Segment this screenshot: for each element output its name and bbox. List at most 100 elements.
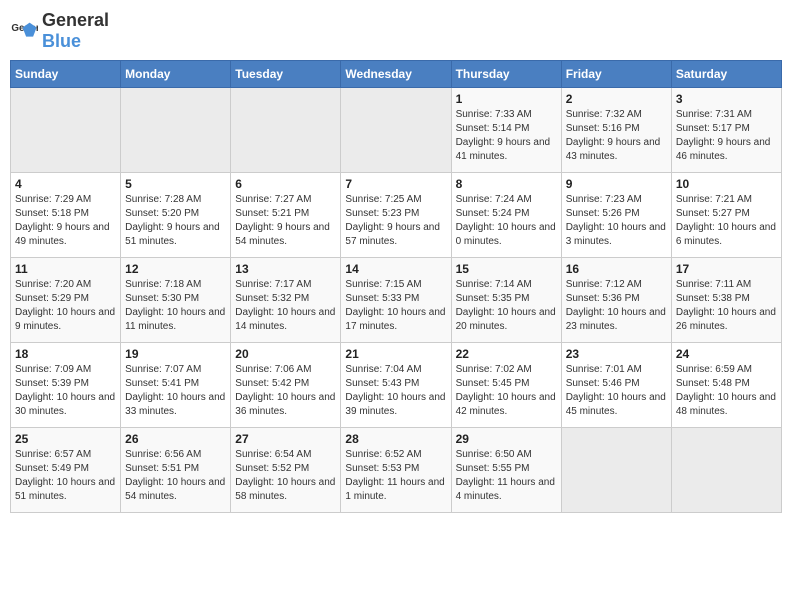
day-info: Sunrise: 7:02 AMSunset: 5:45 PMDaylight:…: [456, 363, 557, 419]
day-number: 19: [125, 347, 226, 361]
logo-general: General: [42, 10, 109, 30]
day-info: Sunrise: 7:12 AMSunset: 5:36 PMDaylight:…: [566, 278, 667, 334]
column-header-tuesday: Tuesday: [231, 61, 341, 88]
day-number: 9: [566, 177, 667, 191]
column-header-monday: Monday: [121, 61, 231, 88]
day-number: 23: [566, 347, 667, 361]
calendar-cell: 28Sunrise: 6:52 AMSunset: 5:53 PMDayligh…: [341, 428, 451, 513]
day-number: 12: [125, 262, 226, 276]
day-info: Sunrise: 7:27 AMSunset: 5:21 PMDaylight:…: [235, 193, 336, 249]
day-info: Sunrise: 7:21 AMSunset: 5:27 PMDaylight:…: [676, 193, 777, 249]
calendar-cell: 24 Sunrise: 6:59 AMSunset: 5:48 PMDayligh…: [671, 343, 781, 428]
calendar-cell: 22 Sunrise: 7:02 AMSunset: 5:45 PMDayligh…: [451, 343, 561, 428]
day-number: 14: [345, 262, 446, 276]
day-number: 17: [676, 262, 777, 276]
day-info: Sunrise: 7:33 AMSunset: 5:14 PMDaylight:…: [456, 108, 557, 164]
calendar-cell: 12 Sunrise: 7:18 AMSunset: 5:30 PMDayligh…: [121, 258, 231, 343]
calendar-cell: [671, 428, 781, 513]
day-number: 16: [566, 262, 667, 276]
calendar-cell: [231, 88, 341, 173]
day-number: 26: [125, 432, 226, 446]
calendar-cell: 14 Sunrise: 7:15 AMSunset: 5:33 PMDayligh…: [341, 258, 451, 343]
calendar-cell: 17 Sunrise: 7:11 AMSunset: 5:38 PMDayligh…: [671, 258, 781, 343]
day-number: 3: [676, 92, 777, 106]
day-number: 10: [676, 177, 777, 191]
day-number: 7: [345, 177, 446, 191]
column-header-sunday: Sunday: [11, 61, 121, 88]
calendar-cell: 26 Sunrise: 6:56 AMSunset: 5:51 PMDayligh…: [121, 428, 231, 513]
day-number: 1: [456, 92, 557, 106]
day-number: 5: [125, 177, 226, 191]
calendar-cell: 1 Sunrise: 7:33 AMSunset: 5:14 PMDaylight…: [451, 88, 561, 173]
day-number: 22: [456, 347, 557, 361]
day-info: Sunrise: 7:32 AMSunset: 5:16 PMDaylight:…: [566, 108, 667, 164]
calendar-cell: 13 Sunrise: 7:17 AMSunset: 5:32 PMDayligh…: [231, 258, 341, 343]
day-info: Sunrise: 7:20 AMSunset: 5:29 PMDaylight:…: [15, 278, 116, 334]
logo-blue: Blue: [42, 31, 81, 51]
calendar-cell: 5 Sunrise: 7:28 AMSunset: 5:20 PMDaylight…: [121, 173, 231, 258]
day-info: Sunrise: 7:09 AMSunset: 5:39 PMDaylight:…: [15, 363, 116, 419]
calendar-cell: 15 Sunrise: 7:14 AMSunset: 5:35 PMDayligh…: [451, 258, 561, 343]
day-info: Sunrise: 7:24 AMSunset: 5:24 PMDaylight:…: [456, 193, 557, 249]
calendar-cell: [121, 88, 231, 173]
day-info: Sunrise: 6:54 AMSunset: 5:52 PMDaylight:…: [235, 448, 336, 504]
day-info: Sunrise: 7:17 AMSunset: 5:32 PMDaylight:…: [235, 278, 336, 334]
calendar-cell: 25 Sunrise: 6:57 AMSunset: 5:49 PMDayligh…: [11, 428, 121, 513]
day-number: 20: [235, 347, 336, 361]
day-info: Sunrise: 7:07 AMSunset: 5:41 PMDaylight:…: [125, 363, 226, 419]
calendar-cell: 27 Sunrise: 6:54 AMSunset: 5:52 PMDayligh…: [231, 428, 341, 513]
day-number: 15: [456, 262, 557, 276]
day-info: Sunrise: 7:28 AMSunset: 5:20 PMDaylight:…: [125, 193, 226, 249]
calendar-cell: 16 Sunrise: 7:12 AMSunset: 5:36 PMDayligh…: [561, 258, 671, 343]
calendar-cell: 8 Sunrise: 7:24 AMSunset: 5:24 PMDaylight…: [451, 173, 561, 258]
column-header-wednesday: Wednesday: [341, 61, 451, 88]
day-info: Sunrise: 7:23 AMSunset: 5:26 PMDaylight:…: [566, 193, 667, 249]
column-header-saturday: Saturday: [671, 61, 781, 88]
logo: General General Blue: [10, 10, 109, 52]
calendar-cell: 19 Sunrise: 7:07 AMSunset: 5:41 PMDayligh…: [121, 343, 231, 428]
day-info: Sunrise: 6:52 AMSunset: 5:53 PMDaylight:…: [345, 448, 446, 504]
day-number: 2: [566, 92, 667, 106]
calendar-table: SundayMondayTuesdayWednesdayThursdayFrid…: [10, 60, 782, 513]
calendar-cell: 2 Sunrise: 7:32 AMSunset: 5:16 PMDaylight…: [561, 88, 671, 173]
calendar-cell: [341, 88, 451, 173]
column-header-thursday: Thursday: [451, 61, 561, 88]
calendar-cell: 20 Sunrise: 7:06 AMSunset: 5:42 PMDayligh…: [231, 343, 341, 428]
day-info: Sunrise: 7:14 AMSunset: 5:35 PMDaylight:…: [456, 278, 557, 334]
calendar-cell: 11 Sunrise: 7:20 AMSunset: 5:29 PMDayligh…: [11, 258, 121, 343]
day-number: 18: [15, 347, 116, 361]
day-info: Sunrise: 7:06 AMSunset: 5:42 PMDaylight:…: [235, 363, 336, 419]
day-number: 25: [15, 432, 116, 446]
column-header-friday: Friday: [561, 61, 671, 88]
day-number: 6: [235, 177, 336, 191]
day-info: Sunrise: 6:50 AMSunset: 5:55 PMDaylight:…: [456, 448, 557, 504]
day-number: 24: [676, 347, 777, 361]
day-info: Sunrise: 7:18 AMSunset: 5:30 PMDaylight:…: [125, 278, 226, 334]
day-info: Sunrise: 6:59 AMSunset: 5:48 PMDaylight:…: [676, 363, 777, 419]
day-info: Sunrise: 7:25 AMSunset: 5:23 PMDaylight:…: [345, 193, 446, 249]
day-info: Sunrise: 7:01 AMSunset: 5:46 PMDaylight:…: [566, 363, 667, 419]
day-number: 21: [345, 347, 446, 361]
day-info: Sunrise: 7:11 AMSunset: 5:38 PMDaylight:…: [676, 278, 777, 334]
day-number: 8: [456, 177, 557, 191]
calendar-cell: 7 Sunrise: 7:25 AMSunset: 5:23 PMDaylight…: [341, 173, 451, 258]
day-number: 29: [456, 432, 557, 446]
calendar-cell: 3 Sunrise: 7:31 AMSunset: 5:17 PMDaylight…: [671, 88, 781, 173]
calendar-cell: 23 Sunrise: 7:01 AMSunset: 5:46 PMDayligh…: [561, 343, 671, 428]
calendar-cell: [561, 428, 671, 513]
calendar-cell: [11, 88, 121, 173]
calendar-cell: 10 Sunrise: 7:21 AMSunset: 5:27 PMDayligh…: [671, 173, 781, 258]
calendar-cell: 29 Sunrise: 6:50 AMSunset: 5:55 PMDayligh…: [451, 428, 561, 513]
day-info: Sunrise: 6:56 AMSunset: 5:51 PMDaylight:…: [125, 448, 226, 504]
day-info: Sunrise: 7:04 AMSunset: 5:43 PMDaylight:…: [345, 363, 446, 419]
day-number: 11: [15, 262, 116, 276]
day-number: 27: [235, 432, 336, 446]
day-number: 4: [15, 177, 116, 191]
calendar-cell: 4Sunrise: 7:29 AMSunset: 5:18 PMDaylight…: [11, 173, 121, 258]
day-info: Sunrise: 7:31 AMSunset: 5:17 PMDaylight:…: [676, 108, 777, 164]
calendar-cell: 21 Sunrise: 7:04 AMSunset: 5:43 PMDayligh…: [341, 343, 451, 428]
calendar-cell: 6 Sunrise: 7:27 AMSunset: 5:21 PMDaylight…: [231, 173, 341, 258]
day-info: Sunrise: 6:57 AMSunset: 5:49 PMDaylight:…: [15, 448, 116, 504]
day-info: Sunrise: 7:15 AMSunset: 5:33 PMDaylight:…: [345, 278, 446, 334]
day-number: 13: [235, 262, 336, 276]
